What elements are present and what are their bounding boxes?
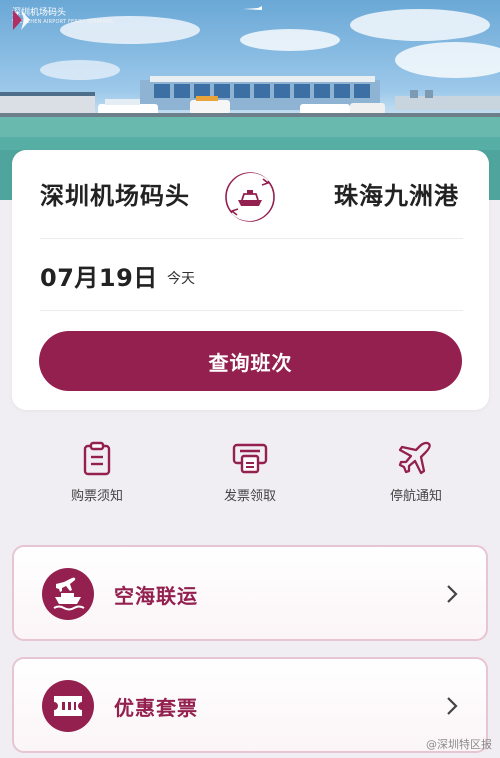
quick-link-label: 购票须知 [70, 489, 123, 504]
brand-logo: 深圳机场码头 SHENZHEN AIRPORT FERRY TERMINAL [12, 8, 114, 30]
date-tag: 今天 [167, 271, 195, 287]
quick-link-label: 停航通知 [389, 489, 442, 504]
route-row: 深圳机场码头 珠海九洲港 [12, 150, 489, 238]
airplane-icon [398, 441, 431, 475]
plane-ship-icon [42, 568, 94, 620]
chevron-right-icon [447, 585, 458, 603]
quick-link-label: 发票领取 [223, 489, 276, 504]
booking-card: 深圳机场码头 珠海九洲港 07月19日 今天 查询班次 [12, 150, 489, 410]
clipboard-icon [83, 441, 111, 476]
origin-port[interactable]: 深圳机场码头 [40, 176, 190, 211]
menu-discount-package[interactable]: 优惠套票 [12, 657, 488, 753]
menu-label: 优惠套票 [114, 696, 198, 720]
watermark: @深圳特区报 [426, 738, 492, 751]
quick-link-ticket-notice[interactable]: 购票须知 [37, 440, 157, 510]
ferry-swap-icon[interactable] [223, 170, 277, 224]
ticket-icon [42, 680, 94, 732]
chevron-right-icon [447, 697, 458, 715]
quick-link-invoice[interactable]: 发票领取 [190, 440, 310, 510]
search-button[interactable]: 查询班次 [39, 331, 462, 391]
menu-label: 空海联运 [114, 584, 198, 608]
printer-icon [232, 443, 268, 474]
destination-port[interactable]: 珠海九洲港 [334, 176, 459, 211]
quick-link-suspension-notice[interactable]: 停航通知 [356, 440, 476, 510]
date-selector[interactable]: 07月19日 今天 [12, 238, 489, 310]
logo-icon [13, 10, 30, 30]
menu-air-sea-transfer[interactable]: 空海联运 [12, 545, 488, 641]
travel-date: 07月19日 [40, 264, 158, 292]
divider [40, 310, 463, 311]
